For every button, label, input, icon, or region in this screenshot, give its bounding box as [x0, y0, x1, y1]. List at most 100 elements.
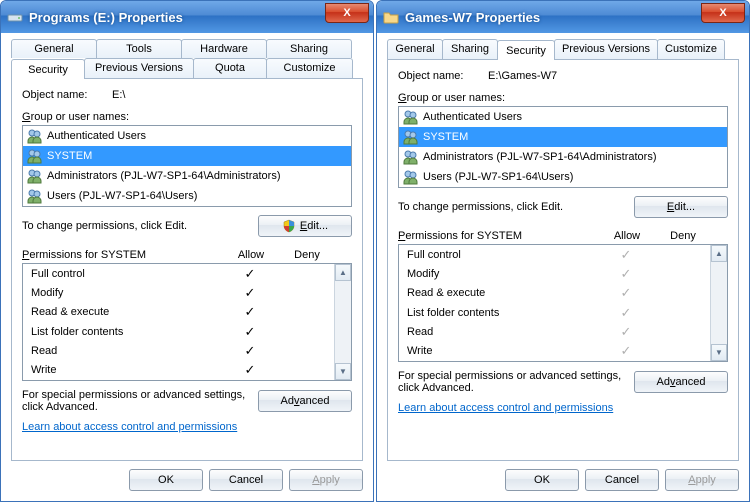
tab-tools[interactable]: Tools: [96, 39, 182, 58]
scroll-down-button[interactable]: ▼: [711, 344, 727, 361]
group-list-item[interactable]: Users (PJL-W7-SP1-64\Users): [23, 186, 351, 206]
tab-general[interactable]: General: [11, 39, 97, 58]
permission-name: Full control: [31, 268, 222, 280]
group-list-item[interactable]: Authenticated Users: [23, 126, 351, 146]
permission-row: Read ✓: [407, 324, 710, 340]
permission-name: List folder contents: [407, 307, 598, 319]
group-icon: [27, 188, 43, 204]
scroll-down-button[interactable]: ▼: [335, 363, 351, 380]
group-icon: [27, 128, 43, 144]
permissions-header: Permissions for SYSTEM Allow Deny: [398, 230, 728, 242]
close-button[interactable]: X: [701, 3, 745, 23]
group-item-label: Users (PJL-W7-SP1-64\Users): [47, 190, 197, 202]
drive-icon: [7, 9, 23, 25]
permission-allow-check: ✓: [598, 247, 654, 263]
edit-hint: To change permissions, click Edit.: [22, 220, 187, 232]
permission-name: Modify: [407, 268, 598, 280]
advanced-row: For special permissions or advanced sett…: [398, 370, 728, 394]
titlebar[interactable]: Games-W7 Properties X: [377, 1, 749, 33]
group-listbox[interactable]: Authenticated Users SYSTEM Administrator…: [398, 106, 728, 188]
cancel-button[interactable]: Cancel: [209, 469, 283, 491]
group-list-item[interactable]: SYSTEM: [23, 146, 351, 166]
tab-security[interactable]: Security: [11, 59, 85, 79]
group-item-label: SYSTEM: [423, 131, 468, 143]
permission-allow-check: ✓: [598, 266, 654, 282]
advanced-button[interactable]: Advanced: [634, 371, 728, 393]
tab-strip: General Sharing Security Previous Versio…: [387, 39, 739, 60]
group-label: Group or user names:: [22, 111, 352, 123]
apply-button[interactable]: Apply: [289, 469, 363, 491]
edit-button[interactable]: Edit...: [634, 196, 728, 218]
group-list-item[interactable]: Users (PJL-W7-SP1-64\Users): [399, 167, 727, 187]
edit-button[interactable]: Edit...: [258, 215, 352, 237]
permission-row: Modify ✓: [31, 285, 334, 301]
permission-row: Read ✓: [31, 343, 334, 359]
group-list-item[interactable]: Authenticated Users: [399, 107, 727, 127]
tab-quota[interactable]: Quota: [193, 58, 267, 78]
permission-name: Modify: [31, 287, 222, 299]
permission-row: Read & execute ✓: [31, 304, 334, 320]
permission-row: Full control ✓: [407, 247, 710, 263]
permission-allow-check: ✓: [222, 266, 278, 282]
group-list-item[interactable]: Administrators (PJL-W7-SP1-64\Administra…: [23, 166, 351, 186]
titlebar[interactable]: Programs (E:) Properties X: [1, 1, 373, 33]
tab-sharing[interactable]: Sharing: [442, 39, 498, 59]
tab-hardware[interactable]: Hardware: [181, 39, 267, 58]
dialog-buttons: OK Cancel Apply: [11, 469, 363, 491]
permission-row: Full control ✓: [31, 266, 334, 282]
permission-allow-check: ✓: [222, 324, 278, 340]
group-icon: [27, 148, 43, 164]
apply-button[interactable]: Apply: [665, 469, 739, 491]
shield-icon: [282, 219, 296, 233]
permission-name: Read & execute: [407, 287, 598, 299]
permissions-listbox[interactable]: Full control ✓ Modify ✓ Read & execute ✓…: [398, 244, 728, 362]
help-link[interactable]: Learn about access control and permissio…: [22, 421, 352, 433]
scroll-up-button[interactable]: ▲: [711, 245, 727, 262]
permissions-header: Permissions for SYSTEM Allow Deny: [22, 249, 352, 261]
group-item-label: SYSTEM: [47, 150, 92, 162]
object-name-row: Object name: E:\Games-W7: [398, 70, 728, 82]
advanced-button[interactable]: Advanced: [258, 390, 352, 412]
group-icon: [403, 169, 419, 185]
close-icon: X: [343, 7, 350, 19]
close-button[interactable]: X: [325, 3, 369, 23]
group-listbox[interactable]: Authenticated Users SYSTEM Administrator…: [22, 125, 352, 207]
scroll-up-button[interactable]: ▲: [335, 264, 351, 281]
permission-name: Read: [407, 326, 598, 338]
permission-allow-check: ✓: [222, 343, 278, 359]
object-name-value: E:\Games-W7: [488, 70, 557, 82]
group-icon: [403, 129, 419, 145]
group-label: Group or user names:: [398, 92, 728, 104]
perm-scrollbar[interactable]: ▲ ▼: [710, 245, 727, 361]
permission-allow-check: ✓: [598, 305, 654, 321]
perm-scrollbar[interactable]: ▲ ▼: [334, 264, 351, 380]
cancel-button[interactable]: Cancel: [585, 469, 659, 491]
ok-button[interactable]: OK: [129, 469, 203, 491]
window-title: Games-W7 Properties: [405, 10, 540, 25]
group-icon: [403, 109, 419, 125]
client-area: General Sharing Security Previous Versio…: [377, 33, 749, 501]
permission-row: List folder contents ✓: [407, 305, 710, 321]
folder-icon: [383, 9, 399, 25]
edit-button-label: Edit...: [300, 220, 328, 232]
tab-previous-versions[interactable]: Previous Versions: [554, 39, 658, 59]
properties-dialog-programs-e: Programs (E:) Properties X General Tools…: [0, 0, 374, 502]
tab-customize[interactable]: Customize: [266, 58, 353, 78]
advanced-hint: For special permissions or advanced sett…: [398, 370, 628, 394]
tab-security[interactable]: Security: [497, 40, 555, 60]
tab-previous-versions[interactable]: Previous Versions: [84, 58, 194, 78]
permission-name: Full control: [407, 249, 598, 261]
help-link[interactable]: Learn about access control and permissio…: [398, 402, 728, 414]
dialog-buttons: OK Cancel Apply: [387, 469, 739, 491]
object-name-label: Object name:: [398, 70, 488, 82]
tab-sharing[interactable]: Sharing: [266, 39, 352, 58]
edit-button-label: Edit...: [667, 201, 695, 213]
tab-general[interactable]: General: [387, 39, 443, 59]
allow-header: Allow: [223, 249, 279, 261]
ok-button[interactable]: OK: [505, 469, 579, 491]
tab-customize[interactable]: Customize: [657, 39, 725, 59]
group-list-item[interactable]: SYSTEM: [399, 127, 727, 147]
permission-row: Modify ✓: [407, 266, 710, 282]
permissions-listbox[interactable]: Full control ✓ Modify ✓ Read & execute ✓…: [22, 263, 352, 381]
group-list-item[interactable]: Administrators (PJL-W7-SP1-64\Administra…: [399, 147, 727, 167]
